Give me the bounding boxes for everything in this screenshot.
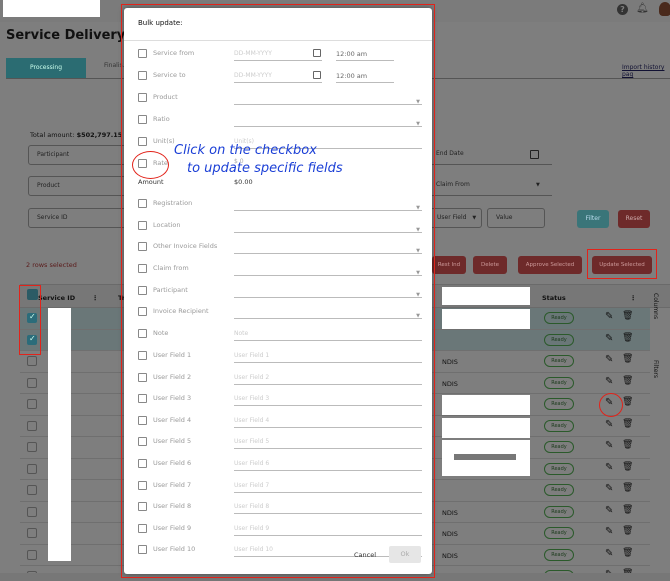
status-badge: Ready — [544, 419, 574, 432]
trash-icon[interactable]: 🗑︎ — [622, 397, 633, 407]
approve-selected-button[interactable]: Approve Selected — [518, 256, 582, 274]
trash-icon[interactable]: 🗑︎ — [622, 354, 633, 364]
trash-icon[interactable]: 🗑︎ — [622, 419, 633, 429]
trash-icon[interactable]: 🗑︎ — [622, 526, 633, 536]
claim-from-filter[interactable]: Claim From ▼ — [428, 176, 552, 196]
status-badge: Ready — [544, 376, 574, 389]
end-date-label: End Date — [436, 150, 464, 157]
actions-menu-icon[interactable]: ⋮ — [630, 294, 637, 302]
user-field-select[interactable]: User Field ▼ — [428, 208, 482, 228]
row-checkbox[interactable] — [27, 549, 37, 560]
edit-icon[interactable]: ✎ — [605, 354, 613, 365]
column-menu-icon[interactable]: ⋮ — [92, 294, 99, 302]
row-funding: NDIS — [442, 530, 458, 538]
help-icon[interactable]: ? — [617, 4, 628, 15]
status-badge: Ready — [544, 312, 574, 324]
row-funding: NDIS — [442, 379, 458, 388]
checkbox-column-highlight — [19, 285, 41, 355]
trash-icon[interactable]: 🗑︎ — [622, 311, 633, 321]
edit-icon[interactable]: ✎ — [605, 548, 613, 559]
row-checkbox[interactable] — [27, 463, 37, 474]
edit-icon-highlight — [599, 393, 623, 417]
import-history-link[interactable]: Import history pag — [622, 64, 670, 78]
status-badge: Ready — [544, 484, 574, 496]
header-service-id[interactable]: Service ID — [38, 294, 75, 302]
logo-placeholder — [3, 0, 100, 17]
status-badge: Ready — [544, 355, 574, 367]
row-checkbox[interactable] — [27, 399, 37, 409]
redacted-cell — [442, 395, 530, 415]
redacted-cell — [442, 440, 530, 476]
filter-button[interactable]: Filter — [577, 210, 609, 228]
value-input[interactable]: Value — [487, 208, 545, 228]
filters-side-tab[interactable]: Filters — [652, 360, 659, 378]
service-id-filter[interactable]: Service ID — [28, 208, 128, 228]
total-value: $502,797.15 — [76, 131, 123, 139]
status-badge: Ready — [544, 505, 574, 518]
row-checkbox[interactable] — [27, 506, 37, 517]
calendar-icon[interactable] — [530, 150, 539, 159]
trash-icon[interactable]: 🗑︎ — [622, 333, 633, 343]
row-funding: NDIS — [442, 358, 458, 366]
trash-icon[interactable]: 🗑︎ — [622, 505, 633, 515]
header-status[interactable]: Status — [542, 294, 566, 302]
update-selected-highlight — [587, 249, 657, 279]
redacted-cell — [442, 287, 530, 305]
status-badge: Ready — [544, 527, 574, 539]
reset-button[interactable]: Reset — [618, 210, 650, 228]
edit-icon[interactable]: ✎ — [605, 462, 613, 473]
row-checkbox[interactable] — [27, 377, 37, 388]
unselect-button[interactable]: Rest Ind — [432, 256, 466, 274]
modal-highlight — [121, 4, 435, 578]
delete-button[interactable]: Delete — [473, 256, 507, 274]
user-field-label: User Field — [437, 214, 467, 221]
trash-icon[interactable]: 🗑︎ — [622, 440, 633, 450]
service-id-redacted — [48, 308, 71, 561]
status-badge: Ready — [544, 548, 574, 561]
trash-icon[interactable]: 🗑︎ — [622, 462, 633, 472]
total-label: Total amount: — [30, 131, 75, 139]
total-amount: Total amount: $502,797.15 — [30, 131, 122, 139]
row-checkbox[interactable] — [27, 356, 37, 366]
row-checkbox[interactable] — [27, 528, 37, 538]
redacted-cell — [442, 418, 530, 438]
columns-side-tab[interactable]: Columns — [652, 293, 659, 319]
trash-icon[interactable]: 🗑︎ — [622, 548, 633, 558]
row-funding: NDIS — [442, 551, 458, 560]
tab-processing[interactable]: Processing — [6, 58, 86, 78]
edit-icon[interactable]: ✎ — [605, 311, 613, 322]
edit-icon[interactable]: ✎ — [605, 440, 613, 451]
edit-icon[interactable]: ✎ — [605, 526, 613, 537]
row-checkbox[interactable] — [27, 485, 37, 495]
row-checkbox[interactable] — [27, 420, 37, 431]
edit-icon[interactable]: ✎ — [605, 419, 613, 430]
avatar[interactable] — [659, 2, 670, 16]
rows-selected-count: 2 rows selected — [26, 261, 77, 269]
redacted-bar — [454, 454, 516, 460]
edit-icon[interactable]: ✎ — [605, 505, 613, 516]
status-badge: Ready — [544, 333, 574, 346]
edit-icon[interactable]: ✎ — [605, 333, 613, 344]
status-badge: Ready — [544, 441, 574, 453]
page-title: Service Delivery — [6, 28, 126, 43]
chevron-down-icon: ▼ — [536, 182, 540, 188]
redacted-cell — [442, 309, 530, 329]
status-badge: Ready — [544, 398, 574, 410]
row-funding: NDIS — [442, 508, 458, 517]
participant-filter[interactable]: Participant — [28, 145, 128, 165]
edit-icon[interactable]: ✎ — [605, 483, 613, 494]
edit-icon[interactable]: ✎ — [605, 376, 613, 387]
chevron-down-icon: ▼ — [472, 215, 477, 221]
bell-icon[interactable]: 🔔︎ — [636, 3, 649, 14]
status-badge: Ready — [544, 462, 574, 475]
trash-icon[interactable]: 🗑︎ — [622, 376, 633, 386]
claim-from-label: Claim From — [436, 181, 470, 188]
trash-icon[interactable]: 🗑︎ — [622, 483, 633, 493]
row-checkbox[interactable] — [27, 442, 37, 452]
product-filter[interactable]: Product — [28, 176, 128, 196]
